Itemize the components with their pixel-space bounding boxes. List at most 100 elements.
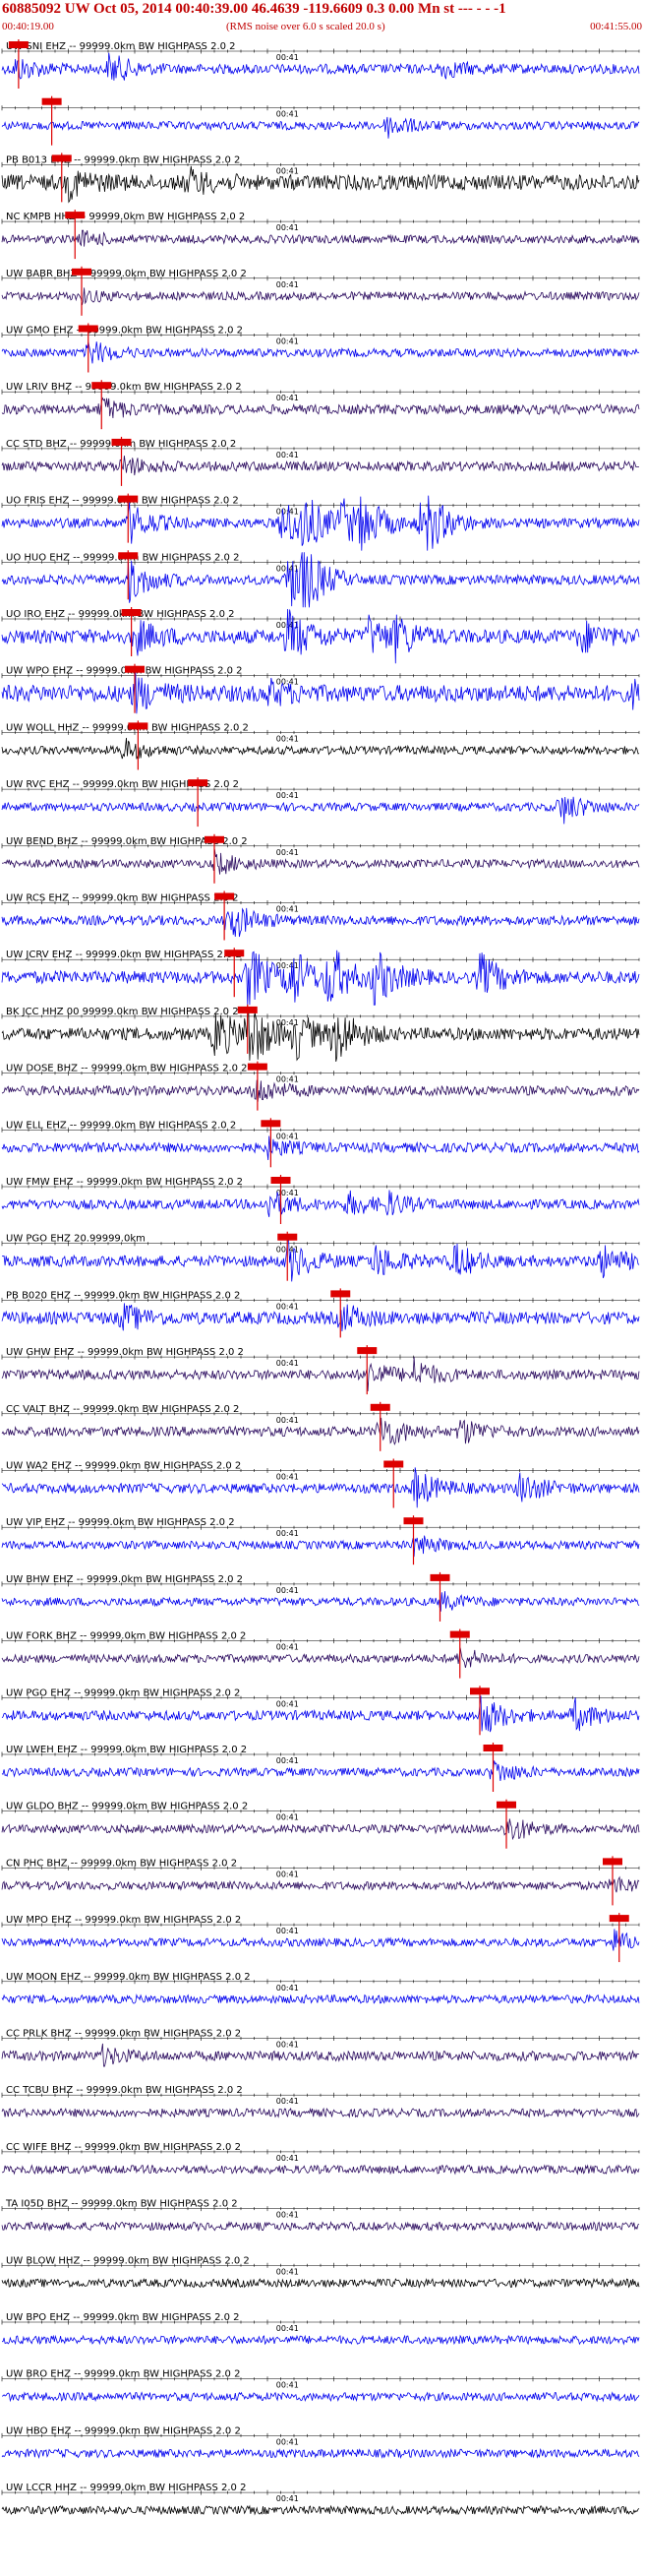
waveform-trace [1, 1591, 640, 1612]
station-label: UW FMW EHZ -- 99999.0km BW HIGHPASS 2.0 … [6, 1177, 243, 1188]
trace-row: UW MOON EHZ -- 99999.0km BW HIGHPASS 2.0… [1, 1972, 640, 2004]
waveform-trace [1, 1535, 640, 1558]
waveform-trace [1, 341, 640, 364]
pick-marker [41, 97, 62, 105]
trace-row: CC PRLK BHZ -- 99999.0km BW HIGHPASS 2.0… [1, 2029, 640, 2067]
minute-tick-label: 00:41 [276, 1302, 299, 1311]
pick-marker [214, 892, 235, 900]
trace-row: CN PHC BHZ -- 99999.0km BW HIGHPASS 2.0 … [1, 1856, 640, 1906]
pick-marker [188, 779, 208, 787]
waveform-trace [1, 1303, 640, 1332]
minute-tick-label: 00:41 [276, 1586, 299, 1595]
pick-marker [224, 950, 245, 957]
station-label: UO IRO EHZ -- 99999.0km BW HIGHPASS 2.0 … [6, 609, 235, 620]
trace-row: UW ELL EHZ -- 99999.0km BW HIGHPASS 2.0 … [1, 1118, 640, 1168]
pick-marker [609, 1915, 629, 1923]
minute-tick-label: 00:41 [276, 1416, 299, 1425]
pick-marker [603, 1858, 622, 1866]
pick-marker [449, 1630, 470, 1638]
station-label: UW PGO EHZ -- 99999.0km BW HIGHPASS 2.0 … [6, 1687, 240, 1698]
minute-tick-label: 00:41 [276, 2097, 299, 2106]
pick-marker [470, 1687, 490, 1695]
pick-marker [91, 382, 112, 390]
waveform-trace [1, 456, 639, 476]
seismogram-header: 60885092 UW Oct 05, 2014 00:40:39.00 46.… [0, 0, 645, 37]
pick-marker [125, 665, 145, 673]
event-title: 60885092 UW Oct 05, 2014 00:40:39.00 46.… [2, 1, 506, 17]
pick-marker [65, 212, 86, 219]
trace-row: PB B020 EHZ -- 99999.0km BW HIGHPASS 2.0… [1, 1288, 640, 1338]
waveform-trace [1, 848, 640, 875]
waveform-trace [2, 2334, 640, 2346]
minute-tick-label: 00:41 [276, 2324, 299, 2333]
trace-row: CC VALT BHZ -- 99999.0km BW HIGHPASS 2.0… [1, 1401, 640, 1451]
station-label: UW LWEH EHZ -- 99999.0km BW HIGHPASS 2.0… [6, 1745, 247, 1755]
trace-row: UW BRO EHZ -- 99999.0km BW HIGHPASS 2.0 … [1, 2369, 640, 2403]
pick-marker [128, 722, 148, 730]
trace-row: UW BHW EHZ -- 99999.0km BW HIGHPASS 2.0 … [1, 1571, 640, 1622]
waveform-trace [1, 737, 640, 760]
trace-row: UO IRO EHZ -- 99999.0km BW HIGHPASS 2.0 … [1, 607, 640, 664]
minute-tick-label: 00:41 [276, 791, 299, 800]
waveform-trace [1, 1356, 640, 1392]
trace-row: UW BLOW HHZ -- 99999.0km BW HIGHPASS 2.0… [1, 2255, 640, 2290]
start-time: 00:40:19.00 [2, 21, 54, 32]
pick-marker [497, 1801, 516, 1809]
station-label: CC VALT BHZ -- 99999.0km BW HIGHPASS 2.0… [6, 1404, 239, 1415]
waveform-trace [1, 2447, 640, 2460]
trace-row: UW GLDO BHZ -- 99999.0km BW HIGHPASS 2.0… [1, 1799, 640, 1849]
trace-row: UW VIP EHZ -- 99999.0km BW HIGHPASS 2.0 … [1, 1515, 640, 1565]
station-label: UW WPO EHZ -- 99999.0km BW HIGHPASS 2.0 … [6, 666, 243, 677]
trace-row: UW DOSE BHZ -- 99999.0km BW HIGHPASS 2.0… [1, 1061, 640, 1111]
trace-row: CC STD BHZ -- 99999.0km BW HIGHPASS 2.0 … [1, 436, 640, 486]
trace-row: UW PGO EHZ -- 99999.0km BW HIGHPASS 2.0 … [1, 1686, 640, 1736]
minute-tick-label: 00:41 [276, 1529, 299, 1538]
waveform-trace [1, 52, 640, 81]
waveform-trace [1, 1135, 640, 1161]
station-label: CC PRLK BHZ -- 99999.0km BW HIGHPASS 2.0… [6, 2029, 241, 2040]
trace-row: UW SNI EHZ -- 99999.0km BW HIGHPASS 2.0 … [1, 39, 640, 89]
minute-tick-label: 00:41 [276, 1699, 299, 1708]
station-label: UW DOSE BHZ -- 99999.0km BW HIGHPASS 2.0… [6, 1064, 248, 1074]
trace-row: CC WIFE BHZ -- 99999.0km BW HIGHPASS 2.0… [1, 2142, 640, 2176]
pick-marker [430, 1573, 450, 1581]
trace-row: UW LCCR HHZ -- 99999.0km BW HIGHPASS 2.0… [1, 2483, 640, 2516]
minute-tick-label: 00:41 [276, 905, 299, 914]
minute-tick-label: 00:41 [276, 1075, 299, 1084]
waveform-trace [1, 2504, 640, 2516]
waveform-trace [1, 2043, 640, 2067]
pick-marker [205, 835, 224, 843]
minute-tick-label: 00:41 [276, 337, 299, 346]
station-label: UW BABR BHZ -- 99999.0km BW HIGHPASS 2.0… [6, 269, 247, 279]
minute-tick-label: 00:41 [276, 394, 299, 402]
minute-tick-label: 00:41 [276, 848, 299, 857]
pick-marker [357, 1347, 378, 1355]
pick-marker [483, 1745, 503, 1751]
pick-marker [72, 268, 91, 276]
station-label: UW BHW EHZ -- 99999.0km BW HIGHPASS 2.0 … [6, 1574, 243, 1585]
pick-marker [403, 1517, 424, 1525]
station-label: NC KMPB HHZ -- 99999.0km BW HIGHPASS 2.0… [6, 212, 245, 222]
minute-tick-label: 00:41 [276, 1473, 299, 1482]
station-label: UW PGO EHZ 20.99999.0km [6, 1234, 146, 1245]
pick-marker [78, 325, 98, 333]
station-label: UW HBO EHZ -- 99999.0km BW HIGHPASS 2.0 … [6, 2425, 241, 2436]
trace-row: 00:41 [1, 95, 640, 146]
trace-row: NC KMPB HHZ -- 99999.0km BW HIGHPASS 2.0… [1, 210, 640, 260]
station-label: UW GHW EHZ -- 99999.0km BW HIGHPASS 2.0 … [6, 1347, 244, 1358]
waveform-trace [1, 796, 640, 825]
station-label: UW VIP EHZ -- 99999.0km BW HIGHPASS 2.0 … [6, 1517, 235, 1528]
trace-row: UW RCS EHZ -- 99999.0km BW HIGHPASS 2.0 … [1, 890, 640, 941]
station-label: BK JCC HHZ 00 99999.0km BW HIGHPASS 2.0 … [6, 1007, 239, 1017]
minute-tick-label: 00:41 [276, 1359, 299, 1368]
minute-tick-label: 00:41 [276, 110, 299, 119]
minute-tick-label: 00:41 [276, 1756, 299, 1765]
pick-marker [51, 154, 72, 162]
trace-row: UW JCRV EHZ -- 99999.0km BW HIGHPASS 2.0… [1, 948, 640, 1006]
waveform-trace [1, 1467, 640, 1508]
trace-row: UW FMW EHZ -- 99999.0km BW HIGHPASS 2.0 … [1, 1175, 640, 1224]
station-label: UW BLOW HHZ -- 99999.0km BW HIGHPASS 2.0… [6, 2255, 250, 2266]
pick-marker [8, 41, 29, 48]
station-label: UW SNI EHZ -- 99999.0km BW HIGHPASS 2.0 … [6, 41, 236, 52]
pick-marker [330, 1290, 351, 1298]
